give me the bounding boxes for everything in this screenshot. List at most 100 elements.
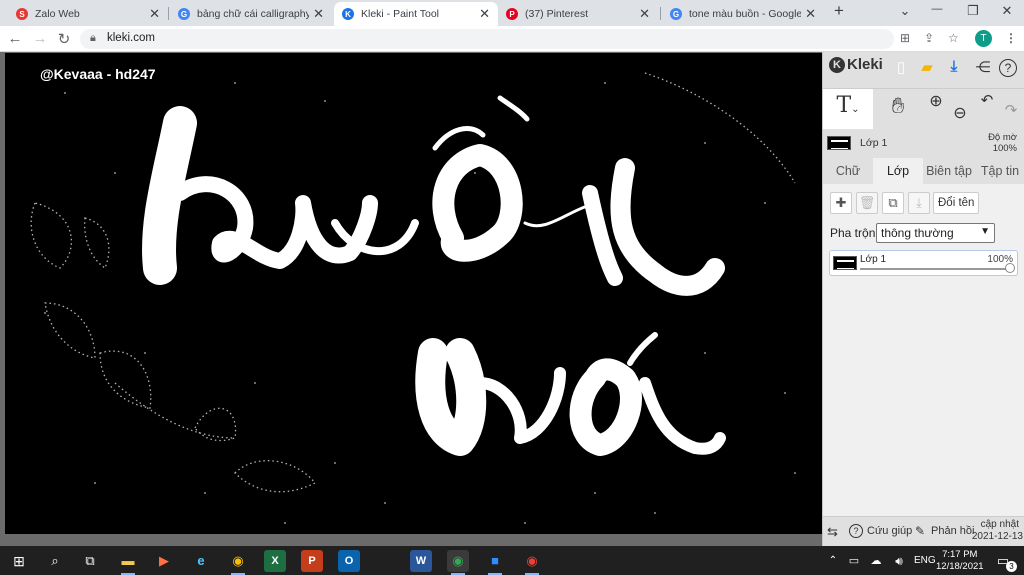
clock[interactable]: 7:17 PM 12/18/2021 — [936, 549, 984, 573]
pinterest-favicon-icon: P — [506, 8, 518, 20]
brush-letters — [142, 95, 726, 456]
layers-panel: ✚ 🗑︎ ⧉ ⤓ Đổi tên Pha trộn thông thường ▼… — [823, 184, 1024, 546]
task-view-icon[interactable]: ⧉ — [79, 550, 101, 572]
drawing-canvas[interactable]: @Kevaaa - hd247 — [5, 53, 822, 534]
kleki-logo-icon: K — [829, 56, 845, 73]
feedback-link[interactable]: Phản hồi — [931, 525, 974, 537]
tab-edit[interactable]: Biên tập — [923, 158, 975, 184]
swap-icon[interactable]: ⇆ — [827, 524, 838, 540]
kleki-side-panel: K Kleki ▯ ▰ ⤓ ⋲ ? T⌄ ✋︎ ⊕ ⊖ ↶ ↷ Lớp 1 Độ… — [822, 52, 1024, 546]
close-tab-icon[interactable]: ✕ — [639, 6, 650, 22]
file-explorer-icon[interactable]: ▬ — [117, 550, 139, 575]
lock-icon: 🔒︎ — [90, 32, 96, 44]
zoom-out-icon[interactable]: ⊖ — [947, 89, 973, 129]
undo-icon[interactable]: ↶ — [975, 89, 999, 129]
tool-row: T⌄ ✋︎ ⊕ ⊖ ↶ ↷ — [823, 88, 1024, 129]
tab-separator — [660, 7, 661, 20]
zalo-favicon-icon: S — [16, 8, 28, 20]
tab-title: (37) Pinterest — [525, 8, 589, 20]
redo-icon[interactable]: ↷ — [999, 89, 1023, 129]
merge-down-button[interactable]: ⤓ — [908, 192, 930, 214]
forward-icon[interactable]: → — [31, 30, 49, 47]
chrome-icon[interactable]: ◉ — [521, 550, 543, 575]
search-icon[interactable]: ⌕ — [44, 550, 66, 572]
layer-card-name: Lớp 1 — [860, 254, 887, 265]
minimize-button[interactable]: — — [924, 3, 950, 15]
opacity-slider-handle[interactable] — [1005, 263, 1015, 273]
translate-icon[interactable]: ⊞ — [900, 31, 910, 45]
excel-icon[interactable]: X — [264, 550, 286, 572]
network-icon[interactable]: ▭ — [843, 550, 865, 572]
tab-text[interactable]: Chữ — [823, 158, 873, 184]
help-link[interactable]: Cứu giúp — [867, 525, 912, 537]
volume-icon[interactable]: 🔊︎ — [888, 550, 910, 572]
help-circle-icon[interactable]: ? — [999, 59, 1017, 77]
share-icon[interactable]: ⋲ — [973, 58, 993, 78]
close-tab-icon[interactable]: ✕ — [479, 6, 490, 22]
close-tab-icon[interactable]: ✕ — [805, 6, 816, 22]
outlook-icon[interactable]: O — [338, 550, 360, 572]
hand-tool-button[interactable]: ✋︎ — [873, 89, 923, 129]
zoom-app-icon[interactable]: ■ — [484, 550, 506, 575]
tab-title: bảng chữ cái calligraphy - Go — [197, 8, 310, 20]
text-tool-button[interactable]: T⌄ — [823, 89, 873, 129]
address-toolbar: ← → ↻ 🔒︎ kleki.com ⊞ ⇪ ☆ T ⋮ — [0, 26, 1024, 52]
update-line-2[interactable]: 2021-12-13 — [972, 531, 1023, 542]
panel-footer: ⇆ ? Cứu giúp ✎ Phản hồi cập nhật 2021-12… — [823, 516, 1024, 546]
delete-layer-button[interactable]: 🗑︎ — [856, 192, 878, 214]
restore-button[interactable]: ❐ — [960, 3, 986, 19]
duplicate-layer-button[interactable]: ⧉ — [882, 192, 904, 214]
url-bar[interactable]: 🔒︎ kleki.com — [80, 29, 894, 49]
powerpoint-icon[interactable]: P — [301, 550, 323, 572]
open-folder-icon[interactable]: ▰ — [917, 58, 937, 78]
opacity-slider-track[interactable] — [860, 268, 1009, 270]
opacity-label: Độ mờ — [988, 132, 1017, 143]
add-layer-button[interactable]: ✚ — [830, 192, 852, 214]
profile-avatar[interactable]: T — [975, 30, 992, 47]
tab-kleki[interactable]: K Kleki - Paint Tool ✕ — [334, 2, 498, 26]
media-player-icon[interactable]: ▶ — [153, 550, 175, 572]
menu-dots-icon[interactable]: ⋮ — [1005, 31, 1017, 45]
close-tab-icon[interactable]: ✕ — [149, 6, 160, 22]
blend-mode-select[interactable]: thông thường ▼ — [876, 223, 995, 243]
tab-calligraphy[interactable]: G bảng chữ cái calligraphy - Go ✕ — [170, 2, 332, 26]
new-tab-button[interactable]: + — [826, 1, 852, 21]
current-layer-row: Lớp 1 Độ mờ 100% — [823, 128, 1024, 158]
system-tray-chevron-icon[interactable]: ⌃ — [822, 550, 844, 572]
chrome-profile-icon[interactable]: ◉ — [447, 550, 469, 575]
google-favicon-icon: G — [178, 8, 190, 20]
share-icon[interactable]: ⇪ — [924, 31, 934, 45]
tab-file[interactable]: Tập tin — [975, 158, 1024, 184]
google-favicon-icon: G — [670, 8, 682, 20]
help-circle-icon[interactable]: ? — [849, 524, 863, 538]
cloud-icon[interactable]: ☁ — [865, 550, 887, 572]
tab-zalo[interactable]: S Zalo Web ✕ — [8, 2, 168, 26]
word-icon[interactable]: W — [410, 550, 432, 572]
tab-search-chevron-icon[interactable]: ⌄ — [892, 3, 918, 19]
tab-pinterest[interactable]: P (37) Pinterest ✕ — [498, 2, 658, 26]
speckle-dots — [44, 82, 796, 524]
watermark-text: @Kevaaa - hd247 — [40, 66, 156, 82]
internet-explorer-icon[interactable]: e — [190, 550, 212, 572]
update-line-1[interactable]: cập nhật — [981, 519, 1019, 530]
layer-card[interactable]: Lớp 1 100% — [829, 250, 1018, 276]
layer-thumbnail — [827, 136, 851, 150]
rename-layer-button[interactable]: Đổi tên — [933, 192, 980, 214]
new-file-icon[interactable]: ▯ — [891, 58, 911, 78]
kleki-logo-text: Kleki — [847, 56, 883, 73]
zoom-in-icon[interactable]: ⊕ — [923, 89, 949, 129]
windows-taskbar: ⊞ ⌕ ⧉ ▬ ▶ e ◉ X P O W ◉ ■ ◉ ⌃ ▭ ☁ 🔊︎ ENG… — [0, 546, 1024, 575]
tab-google-search[interactable]: G tone màu buồn - Google Tìm ✕ — [662, 2, 824, 26]
blend-mode-value: thông thường — [881, 226, 954, 240]
tab-layers[interactable]: Lớp — [873, 158, 923, 184]
download-icon[interactable]: ⤓ — [944, 58, 964, 78]
language-indicator[interactable]: ENG — [914, 555, 936, 566]
close-tab-icon[interactable]: ✕ — [313, 6, 324, 22]
reload-icon[interactable]: ↻ — [55, 30, 73, 48]
close-window-button[interactable]: ✕ — [994, 3, 1020, 19]
opacity-value: 100% — [992, 143, 1017, 154]
back-icon[interactable]: ← — [6, 30, 24, 47]
bookmark-star-icon[interactable]: ☆ — [948, 31, 959, 45]
windows-start-icon[interactable]: ⊞ — [8, 550, 30, 572]
chrome-icon[interactable]: ◉ — [227, 550, 249, 575]
